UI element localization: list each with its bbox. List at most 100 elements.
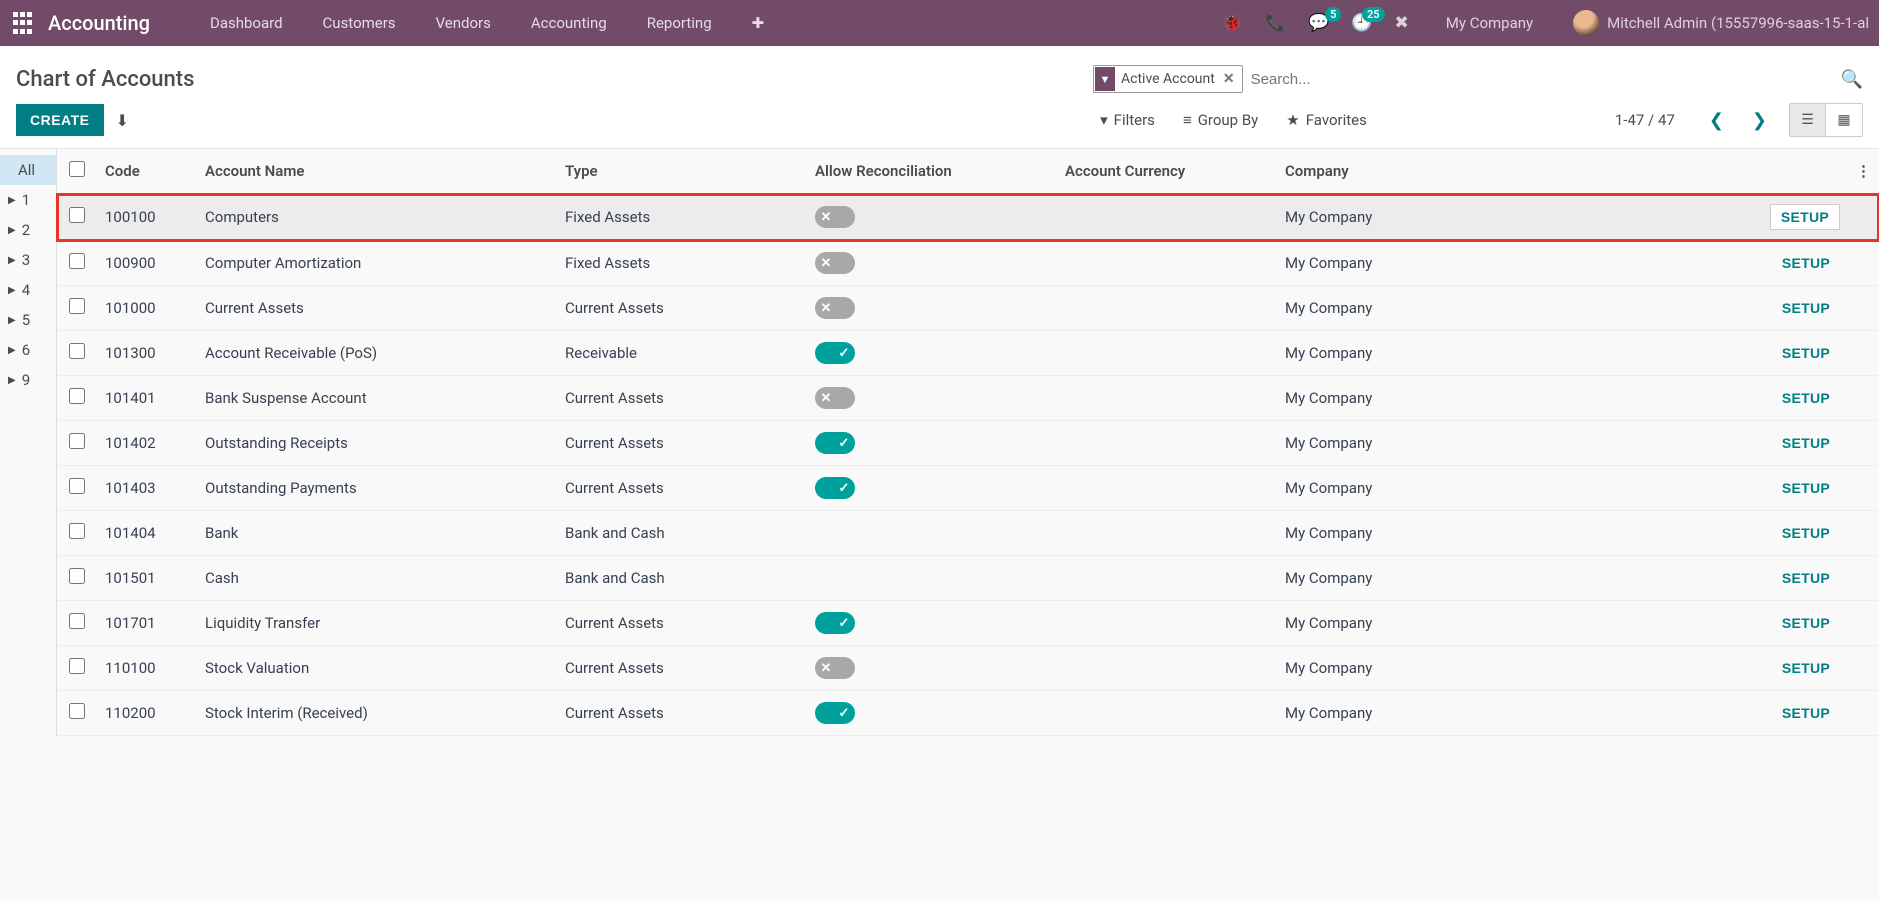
setup-button[interactable]: SETUP (1772, 611, 1840, 635)
reconciliation-toggle[interactable]: ✓ (815, 612, 855, 634)
cell-code: 101501 (97, 556, 197, 601)
filter-chip[interactable]: Active Account ✕ (1115, 67, 1241, 91)
funnel-icon[interactable]: ▼ (1095, 67, 1115, 91)
row-checkbox[interactable] (69, 703, 85, 719)
list-view-icon[interactable]: ☰ (1790, 104, 1826, 136)
cell-recon: ✕ (807, 646, 1057, 691)
check-icon: ✓ (835, 614, 853, 632)
close-icon[interactable]: ✖ (1395, 13, 1409, 33)
activities-icon[interactable]: 🕘25 (1351, 13, 1372, 33)
setup-button[interactable]: SETUP (1772, 296, 1840, 320)
tree-item-9[interactable]: ▶9 (0, 365, 56, 395)
tree-item-all[interactable]: All (0, 155, 56, 185)
brand[interactable]: Accounting (48, 11, 150, 35)
row-checkbox[interactable] (69, 253, 85, 269)
menu-accounting[interactable]: Accounting (511, 0, 627, 46)
setup-button[interactable]: SETUP (1772, 341, 1840, 365)
setup-button[interactable]: SETUP (1772, 476, 1840, 500)
setup-button[interactable]: SETUP (1772, 251, 1840, 275)
setup-button[interactable]: SETUP (1772, 431, 1840, 455)
col-company[interactable]: Company (1277, 149, 1477, 194)
groupby-dropdown[interactable]: ≡Group By (1183, 111, 1258, 129)
messages-icon[interactable]: 💬5 (1308, 13, 1329, 33)
reconciliation-toggle[interactable]: ✕ (815, 297, 855, 319)
col-recon[interactable]: Allow Reconciliation (807, 149, 1057, 194)
cell-code: 101403 (97, 466, 197, 511)
row-checkbox[interactable] (69, 523, 85, 539)
setup-button[interactable]: SETUP (1772, 386, 1840, 410)
cell-type: Fixed Assets (557, 194, 807, 241)
tree-item-1[interactable]: ▶1 (0, 185, 56, 215)
menu-customers[interactable]: Customers (303, 0, 416, 46)
menu-reporting[interactable]: Reporting (627, 0, 732, 46)
table-row[interactable]: 101402Outstanding ReceiptsCurrent Assets… (57, 421, 1879, 466)
table-row[interactable]: 101403Outstanding PaymentsCurrent Assets… (57, 466, 1879, 511)
setup-button[interactable]: SETUP (1772, 566, 1840, 590)
reconciliation-toggle[interactable]: ✓ (815, 342, 855, 364)
tree-item-4[interactable]: ▶4 (0, 275, 56, 305)
cell-currency (1057, 466, 1277, 511)
reconciliation-toggle[interactable]: ✓ (815, 432, 855, 454)
favorites-dropdown[interactable]: ★Favorites (1286, 111, 1367, 129)
company-selector[interactable]: My Company (1446, 14, 1533, 32)
table-row[interactable]: 100900Computer AmortizationFixed Assets✕… (57, 241, 1879, 286)
table-row[interactable]: 100100ComputersFixed Assets✕My CompanySE… (57, 194, 1879, 241)
table-row[interactable]: 101300Account Receivable (PoS)Receivable… (57, 331, 1879, 376)
pager-prev-icon[interactable]: ❮ (1703, 110, 1730, 131)
table-row[interactable]: 110200Stock Interim (Received)Current As… (57, 691, 1879, 736)
table-row[interactable]: 101404BankBank and CashMy CompanySETUP (57, 511, 1879, 556)
table-row[interactable]: 101000Current AssetsCurrent Assets✕My Co… (57, 286, 1879, 331)
row-checkbox[interactable] (69, 613, 85, 629)
row-checkbox[interactable] (69, 568, 85, 584)
table-row[interactable]: 101401Bank Suspense AccountCurrent Asset… (57, 376, 1879, 421)
avatar (1573, 10, 1599, 36)
filters-dropdown[interactable]: ▾Filters (1100, 111, 1155, 129)
col-name[interactable]: Account Name (197, 149, 557, 194)
reconciliation-toggle[interactable]: ✕ (815, 657, 855, 679)
search-icon[interactable]: 🔍 (1831, 69, 1863, 90)
tree-item-2[interactable]: ▶2 (0, 215, 56, 245)
row-checkbox[interactable] (69, 478, 85, 494)
menu-more-icon[interactable]: ✚ (732, 0, 785, 46)
filter-chip-close-icon[interactable]: ✕ (1223, 71, 1235, 87)
pager-next-icon[interactable]: ❯ (1746, 110, 1773, 131)
tree-item-5[interactable]: ▶5 (0, 305, 56, 335)
kanban-view-icon[interactable]: ▦ (1826, 104, 1862, 136)
table-row[interactable]: 101501CashBank and CashMy CompanySETUP (57, 556, 1879, 601)
menu-dashboard[interactable]: Dashboard (190, 0, 303, 46)
nav-menu: Dashboard Customers Vendors Accounting R… (190, 0, 784, 46)
row-checkbox[interactable] (69, 207, 85, 223)
setup-button[interactable]: SETUP (1770, 204, 1840, 230)
setup-button[interactable]: SETUP (1772, 656, 1840, 680)
setup-button[interactable]: SETUP (1772, 701, 1840, 725)
table-row[interactable]: 101701Liquidity TransferCurrent Assets✓M… (57, 601, 1879, 646)
reconciliation-toggle[interactable]: ✓ (815, 477, 855, 499)
select-all-checkbox[interactable] (69, 161, 85, 177)
pager[interactable]: 1-47 / 47 (1615, 111, 1675, 129)
reconciliation-toggle[interactable]: ✕ (815, 206, 855, 228)
row-checkbox[interactable] (69, 433, 85, 449)
row-checkbox[interactable] (69, 298, 85, 314)
col-code[interactable]: Code (97, 149, 197, 194)
create-button[interactable]: CREATE (16, 104, 104, 136)
tree-item-6[interactable]: ▶6 (0, 335, 56, 365)
row-checkbox[interactable] (69, 343, 85, 359)
reconciliation-toggle[interactable]: ✓ (815, 702, 855, 724)
col-currency[interactable]: Account Currency (1057, 149, 1277, 194)
optional-columns-icon[interactable]: ⋮ (1848, 149, 1879, 194)
tree-item-3[interactable]: ▶3 (0, 245, 56, 275)
reconciliation-toggle[interactable]: ✕ (815, 252, 855, 274)
setup-button[interactable]: SETUP (1772, 521, 1840, 545)
bug-icon[interactable]: 🐞 (1222, 13, 1243, 33)
apps-icon[interactable] (10, 11, 34, 35)
row-checkbox[interactable] (69, 658, 85, 674)
import-icon[interactable]: ⬇ (116, 111, 129, 130)
user-menu[interactable]: Mitchell Admin (15557996-saas-15-1-al (1573, 10, 1869, 36)
reconciliation-toggle[interactable]: ✕ (815, 387, 855, 409)
row-checkbox[interactable] (69, 388, 85, 404)
col-type[interactable]: Type (557, 149, 807, 194)
table-row[interactable]: 110100Stock ValuationCurrent Assets✕My C… (57, 646, 1879, 691)
phone-icon[interactable]: 📞 (1265, 13, 1286, 33)
menu-vendors[interactable]: Vendors (416, 0, 511, 46)
search-input[interactable] (1243, 67, 1831, 92)
